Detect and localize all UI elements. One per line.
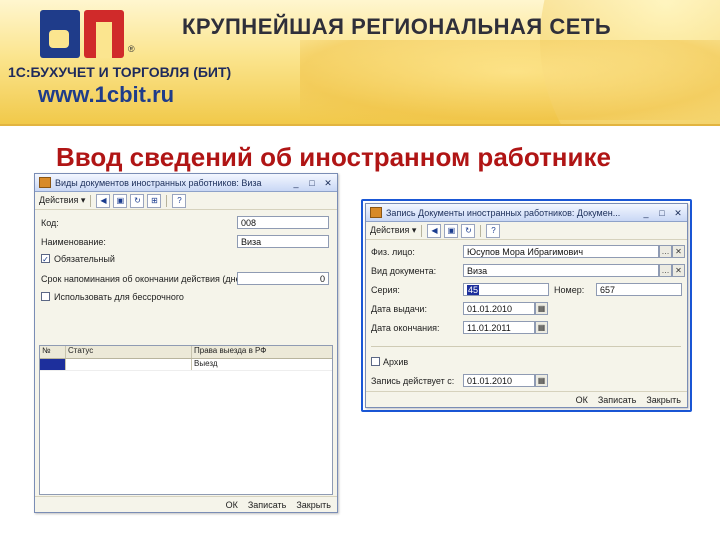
ok-button[interactable]: ОК bbox=[226, 500, 238, 510]
help-icon[interactable]: ? bbox=[486, 223, 501, 238]
structure-icon[interactable]: ⊞ bbox=[147, 193, 162, 208]
save-icon[interactable]: ▣ bbox=[113, 193, 128, 208]
refresh-icon[interactable]: ↻ bbox=[130, 193, 145, 208]
help-icon[interactable]: ? bbox=[172, 193, 187, 208]
toolbar-separator bbox=[166, 194, 168, 207]
save-button[interactable]: Записать bbox=[598, 395, 636, 405]
header-banner: ® КРУПНЕЙШАЯ РЕГИОНАЛЬНАЯ СЕТЬ 1С:БУХУЧЕ… bbox=[0, 0, 720, 124]
number-field[interactable]: 657 bbox=[596, 283, 682, 296]
form-divider bbox=[371, 346, 681, 347]
back-arrow-icon[interactable]: ◀ bbox=[427, 223, 442, 238]
name-field[interactable]: Виза bbox=[237, 235, 329, 248]
issue-date-field[interactable]: 01.01.2010 bbox=[463, 302, 535, 315]
banner-tagline: КРУПНЕЙШАЯ РЕГИОНАЛЬНАЯ СЕТЬ bbox=[182, 14, 612, 39]
table-cell[interactable] bbox=[66, 359, 192, 370]
minimize-icon[interactable]: _ bbox=[639, 207, 653, 219]
series-value: 45 bbox=[467, 285, 480, 295]
calendar-icon[interactable]: ▦ bbox=[535, 321, 548, 334]
unlimited-label: Использовать для бессрочного bbox=[54, 292, 184, 302]
registered-mark: ® bbox=[128, 44, 135, 54]
company-name: 1С:БУХУЧЕТ И ТОРГОВЛЯ (БИТ) bbox=[8, 64, 232, 80]
close-icon[interactable]: ✕ bbox=[321, 177, 335, 189]
refresh-icon[interactable]: ↻ bbox=[461, 223, 476, 238]
row-selector[interactable] bbox=[40, 359, 66, 370]
window-icon bbox=[370, 207, 382, 218]
reminder-field[interactable]: 0 bbox=[237, 272, 329, 285]
document-types-window: Виды документов иностранных работников: … bbox=[34, 173, 338, 513]
name-label: Наименование: bbox=[41, 237, 106, 247]
title-bar: Виды документов иностранных работников: … bbox=[35, 174, 337, 192]
website-url: www.1cbit.ru bbox=[38, 82, 175, 107]
valid-from-field[interactable]: 01.01.2010 bbox=[463, 374, 535, 387]
title-bar: Запись Документы иностранных работников:… bbox=[366, 204, 687, 222]
archive-label: Архив bbox=[383, 357, 409, 367]
calendar-icon[interactable]: ▦ bbox=[535, 374, 548, 387]
column-header[interactable]: № bbox=[40, 346, 66, 358]
close-button[interactable]: Закрыть bbox=[646, 395, 681, 405]
unlimited-checkbox[interactable] bbox=[41, 292, 50, 301]
person-field[interactable]: Юсупов Мора Ибрагимович bbox=[463, 245, 659, 258]
table-row[interactable]: Выезд bbox=[40, 359, 332, 371]
valid-from-label: Запись действует с: bbox=[371, 376, 455, 386]
window-icon bbox=[39, 177, 51, 188]
actions-menu[interactable]: Действия ▾ bbox=[370, 225, 416, 236]
slide-title: Ввод сведений об иностранном работнике bbox=[56, 142, 611, 172]
reminder-label: Срок напоминания об окончании действия (… bbox=[41, 274, 252, 284]
expire-date-label: Дата окончания: bbox=[371, 323, 440, 333]
status-table: № Статус Права выезда в РФ Выезд bbox=[39, 345, 333, 495]
toolbar: Действия ▾ ◀ ▣ ↻ ? bbox=[366, 222, 687, 240]
table-header: № Статус Права выезда в РФ bbox=[40, 346, 332, 359]
mandatory-checkbox[interactable]: ✓ bbox=[41, 254, 50, 264]
close-button[interactable]: Закрыть bbox=[296, 500, 331, 510]
toolbar: Действия ▾ ◀ ▣ ↻ ⊞ ? bbox=[35, 192, 337, 210]
doctype-field[interactable]: Виза bbox=[463, 264, 659, 277]
calendar-icon[interactable]: ▦ bbox=[535, 302, 548, 315]
dialog-footer: ОК Записать Закрыть bbox=[366, 391, 687, 407]
column-header[interactable]: Статус bbox=[66, 346, 192, 358]
table-cell[interactable]: Выезд bbox=[192, 359, 330, 370]
toolbar-separator bbox=[480, 224, 482, 237]
logo-b-letter bbox=[40, 10, 80, 58]
expire-date-field[interactable]: 11.01.2011 bbox=[463, 321, 535, 334]
save-icon[interactable]: ▣ bbox=[444, 223, 459, 238]
toolbar-separator bbox=[421, 224, 423, 237]
mandatory-label: Обязательный bbox=[54, 254, 115, 264]
series-field[interactable]: 45 bbox=[463, 283, 549, 296]
maximize-icon[interactable]: □ bbox=[305, 177, 319, 189]
ellipsis-button[interactable]: … bbox=[659, 264, 672, 277]
ellipsis-button[interactable]: … bbox=[659, 245, 672, 258]
series-label: Серия: bbox=[371, 285, 400, 295]
dialog-footer: ОК Записать Закрыть bbox=[35, 496, 337, 512]
clear-icon[interactable]: ✕ bbox=[672, 245, 685, 258]
actions-menu[interactable]: Действия ▾ bbox=[39, 195, 85, 206]
bit-logo bbox=[40, 10, 130, 60]
toolbar-separator bbox=[90, 194, 92, 207]
ok-button[interactable]: ОК bbox=[576, 395, 588, 405]
doctype-label: Вид документа: bbox=[371, 266, 437, 276]
column-header[interactable]: Права выезда в РФ bbox=[192, 346, 330, 358]
window-title: Запись Документы иностранных работников:… bbox=[386, 207, 621, 218]
code-field[interactable]: 008 bbox=[237, 216, 329, 229]
code-label: Код: bbox=[41, 218, 59, 228]
clear-icon[interactable]: ✕ bbox=[672, 264, 685, 277]
close-icon[interactable]: ✕ bbox=[671, 207, 685, 219]
issue-date-label: Дата выдачи: bbox=[371, 304, 427, 314]
logo-g-letter bbox=[84, 10, 124, 58]
minimize-icon[interactable]: _ bbox=[289, 177, 303, 189]
maximize-icon[interactable]: □ bbox=[655, 207, 669, 219]
map-graphic bbox=[300, 40, 720, 120]
archive-checkbox[interactable] bbox=[371, 357, 380, 366]
save-button[interactable]: Записать bbox=[248, 500, 286, 510]
number-label: Номер: bbox=[554, 285, 585, 295]
back-arrow-icon[interactable]: ◀ bbox=[96, 193, 111, 208]
person-label: Физ. лицо: bbox=[371, 247, 415, 257]
document-record-window: Запись Документы иностранных работников:… bbox=[365, 203, 688, 408]
window-title: Виды документов иностранных работников: … bbox=[55, 177, 262, 188]
banner-divider bbox=[0, 124, 720, 126]
